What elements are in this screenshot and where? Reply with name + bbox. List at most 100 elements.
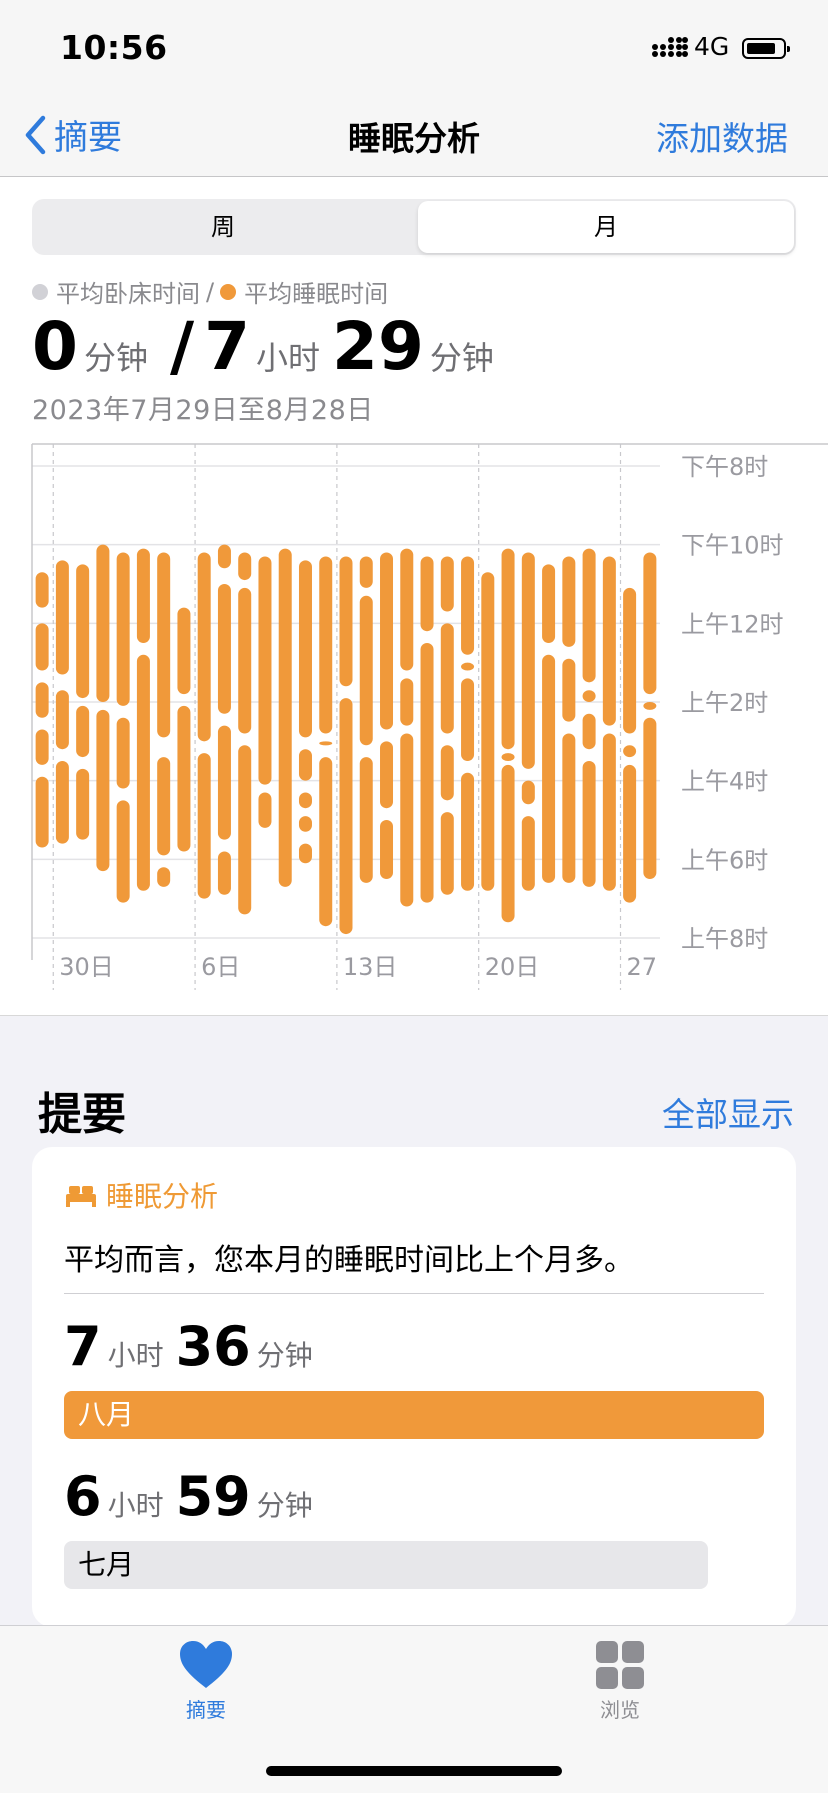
sleep-bar-segment (217, 725, 231, 840)
show-all-button[interactable]: 全部显示 (662, 1088, 794, 1136)
sleep-bar-segment (501, 764, 515, 923)
sleep-bar-segment (400, 733, 414, 907)
in-bed-dot-icon (32, 283, 48, 300)
sleep-bar-segment (461, 662, 475, 671)
previous-month-duration: 6 小时 59 分钟 (64, 1465, 325, 1528)
add-data-button[interactable]: 添加数据 (656, 112, 788, 160)
sleep-bar-segment (562, 658, 576, 722)
sleep-bar-segment (643, 702, 657, 710)
date-range: 2023年7月29日至8月28日 (32, 395, 374, 426)
sleep-bar-segment (501, 753, 515, 761)
segment-month[interactable]: 月 (418, 201, 794, 253)
sleep-bar-segment (623, 745, 637, 758)
previous-hours-unit: 小时 (107, 1489, 164, 1522)
y-tick-label: 上午6时 (681, 846, 768, 874)
current-hours: 7 (64, 1315, 102, 1378)
sleep-bar-segment (643, 717, 657, 879)
sleep-bar-segment (197, 753, 211, 899)
sleep-bar-segment (197, 552, 211, 742)
network-type: 4G (694, 32, 730, 61)
x-tick-label: 20日 (485, 953, 540, 981)
sleep-bar-segment (602, 733, 616, 891)
chart-legend: 平均卧床时间 / 平均睡眠时间 (32, 274, 388, 309)
previous-month-bar: 七月 (64, 1541, 708, 1589)
sleep-bar-segment (582, 761, 596, 887)
sleep-bar-segment (542, 654, 556, 883)
sleep-bar-segment (582, 548, 596, 683)
sleep-bar-segment (35, 682, 49, 718)
y-tick-label: 上午4时 (681, 768, 768, 796)
sleep-bar-segment (116, 717, 130, 789)
sleep-chart[interactable]: 下午8时下午10时上午12时上午2时上午4时上午6时上午8时 30日 6日 13日 20… (0, 440, 828, 1000)
sleep-bar-segment (298, 816, 312, 832)
asleep-hours: 7 (204, 308, 250, 385)
signal-icon (652, 34, 688, 62)
tab-browse[interactable]: 浏览 (550, 1640, 690, 1723)
sleep-bar-segment (400, 678, 414, 726)
sleep-bar-segment (319, 741, 333, 746)
sleep-bar-segment (461, 678, 475, 761)
home-indicator (266, 1766, 562, 1776)
sleep-bar-segment (562, 556, 576, 647)
sleep-bar-segment (481, 572, 495, 891)
x-tick-label: 27 (626, 953, 657, 981)
card-message: 平均而言，您本月的睡眠时间比上个月多。 (64, 1243, 634, 1278)
sleep-bar-segment (440, 745, 454, 801)
sleep-bar-segment (298, 843, 312, 864)
status-time: 10:56 (60, 28, 168, 67)
current-hours-unit: 小时 (107, 1339, 164, 1372)
hours-unit: 小时 (256, 339, 321, 377)
y-tick-label: 上午12时 (681, 610, 784, 638)
sleep-bar-segment (521, 552, 535, 769)
tab-summary[interactable]: 摘要 (136, 1640, 276, 1723)
sleep-bar-segment (96, 544, 110, 702)
sleep-bar-segment (35, 572, 49, 608)
in-bed-unit: 分钟 (83, 339, 148, 377)
previous-minutes: 59 (175, 1465, 251, 1528)
sleep-bar-segment (521, 780, 535, 805)
current-month-bar: 八月 (64, 1391, 764, 1439)
sleep-bar-segment (380, 741, 394, 809)
sleep-bar-segment (440, 556, 454, 612)
asleep-minutes: 29 (332, 308, 424, 385)
sleep-bar-segment (217, 544, 231, 569)
sleep-bar-segment (582, 690, 596, 702)
sleep-bar-segment (116, 800, 130, 903)
sleep-bar-segment (96, 709, 110, 872)
highlight-card[interactable]: 睡眠分析 平均而言，您本月的睡眠时间比上个月多。 7 小时 36 分钟 八月 6… (32, 1147, 796, 1627)
sleep-bar-segment (582, 713, 596, 750)
sleep-bar-segment (217, 851, 231, 895)
sleep-bar-segment (136, 654, 150, 891)
minutes-unit: 分钟 (429, 339, 494, 377)
sleep-bar-segment (35, 729, 49, 765)
sleep-bar-segment (258, 792, 272, 828)
legend-asleep: 平均睡眠时间 (244, 280, 389, 308)
current-month-duration: 7 小时 36 分钟 (64, 1315, 325, 1378)
average-summary: 0 分钟 / 7 小时 29 分钟 (32, 308, 506, 385)
card-category: 睡眠分析 (106, 1180, 219, 1213)
sleep-bar-segment (76, 768, 90, 840)
period-segmented-control: 周 月 (32, 199, 796, 255)
y-tick-label: 下午8时 (681, 453, 768, 481)
y-tick-label: 上午2时 (681, 689, 768, 717)
bed-icon (66, 1186, 96, 1207)
segment-week[interactable]: 周 (34, 201, 412, 253)
sleep-bar-segment (339, 556, 353, 687)
x-tick-label: 30日 (59, 953, 114, 981)
sleep-bar-segment (440, 623, 454, 734)
sleep-bar-segment (643, 552, 657, 695)
battery-icon (742, 38, 790, 59)
sleep-bar-segment (440, 812, 454, 895)
heart-icon (180, 1641, 232, 1688)
grid-icon (596, 1641, 644, 1689)
x-tick-label: 13日 (343, 953, 398, 981)
sleep-bar-segment (157, 552, 171, 738)
sleep-bar-segment (542, 564, 556, 643)
highlights-title: 提要 (38, 1089, 126, 1140)
sleep-bar-segment (298, 749, 312, 781)
sleep-bar-segment (55, 560, 69, 675)
sleep-bar-segment (76, 705, 90, 758)
sleep-bar-segment (35, 623, 49, 671)
sleep-bar-segment (177, 705, 191, 852)
current-minutes: 36 (175, 1315, 251, 1378)
